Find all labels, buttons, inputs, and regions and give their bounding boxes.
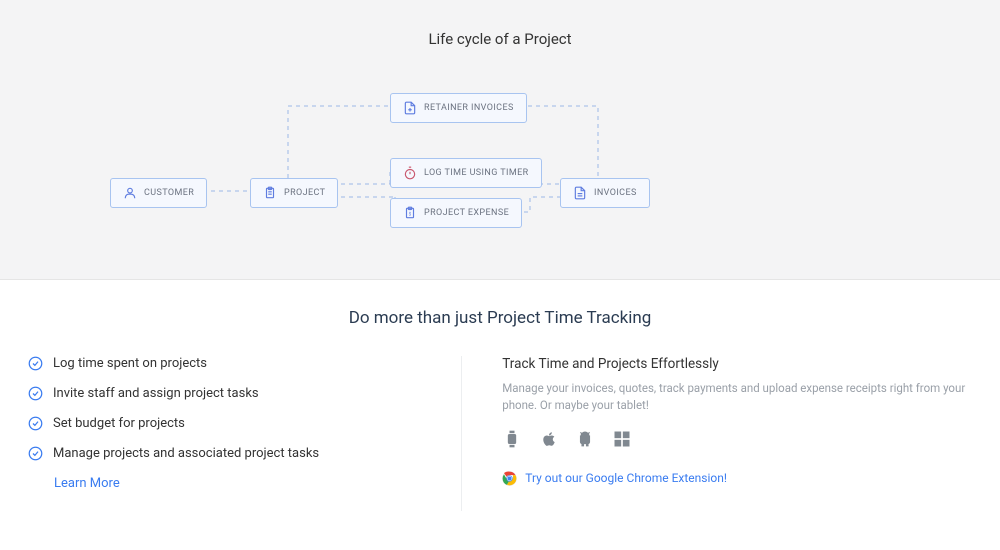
chrome-extension-link[interactable]: Try out our Google Chrome Extension! [502,471,972,486]
chrome-link-label: Try out our Google Chrome Extension! [525,471,727,485]
features-column: Log time spent on projects Invite staff … [28,356,462,511]
feature-item: Log time spent on projects [28,356,421,371]
feature-label: Manage projects and associated project t… [53,446,319,461]
file-text-icon [573,186,587,200]
feature-label: Invite staff and assign project tasks [53,386,259,401]
lifecycle-section: Life cycle of a Project [0,0,1000,280]
promo-description: Manage your invoices, quotes, track paym… [502,380,972,415]
check-circle-icon [28,356,43,371]
android-icon[interactable] [576,429,594,449]
node-expense-label: PROJECT EXPENSE [424,208,509,218]
feature-label: Log time spent on projects [53,356,207,371]
clipboard-dollar-icon: $ [403,206,417,220]
node-customer-label: CUSTOMER [144,188,194,198]
node-retainer-label: RETAINER INVOICES [424,103,514,113]
promo-heading: Track Time and Projects Effortlessly [502,356,972,372]
node-project-label: PROJECT [284,188,325,198]
node-invoices: INVOICES [560,178,650,208]
chrome-icon [502,471,517,486]
svg-text:$: $ [409,210,412,217]
wearable-icon[interactable] [502,429,522,449]
node-customer: CUSTOMER [110,178,207,208]
bottom-title: Do more than just Project Time Tracking [28,308,972,328]
check-circle-icon [28,416,43,431]
check-circle-icon [28,446,43,461]
learn-more-link[interactable]: Learn More [54,476,421,491]
feature-item: Manage projects and associated project t… [28,446,421,461]
platform-icons [502,429,972,449]
clipboard-icon [263,186,277,200]
node-timer: LOG TIME USING TIMER [390,158,542,188]
check-circle-icon [28,386,43,401]
diagram-title: Life cycle of a Project [0,30,1000,48]
feature-item: Invite staff and assign project tasks [28,386,421,401]
bottom-section: Do more than just Project Time Tracking … [0,280,1000,511]
promo-column: Track Time and Projects Effortlessly Man… [502,356,972,511]
feature-item: Set budget for projects [28,416,421,431]
node-project: PROJECT [250,178,338,208]
node-invoices-label: INVOICES [594,188,637,198]
file-plus-icon [403,101,417,115]
node-timer-label: LOG TIME USING TIMER [424,168,529,178]
windows-icon[interactable] [612,429,632,449]
feature-label: Set budget for projects [53,416,185,431]
person-icon [123,186,137,200]
apple-icon[interactable] [540,429,558,449]
lifecycle-diagram: CUSTOMER PROJECT RETAINER INVOICES LOG T… [100,78,900,258]
node-expense: $ PROJECT EXPENSE [390,198,522,228]
node-retainer: RETAINER INVOICES [390,93,527,123]
stopwatch-icon [403,166,417,180]
